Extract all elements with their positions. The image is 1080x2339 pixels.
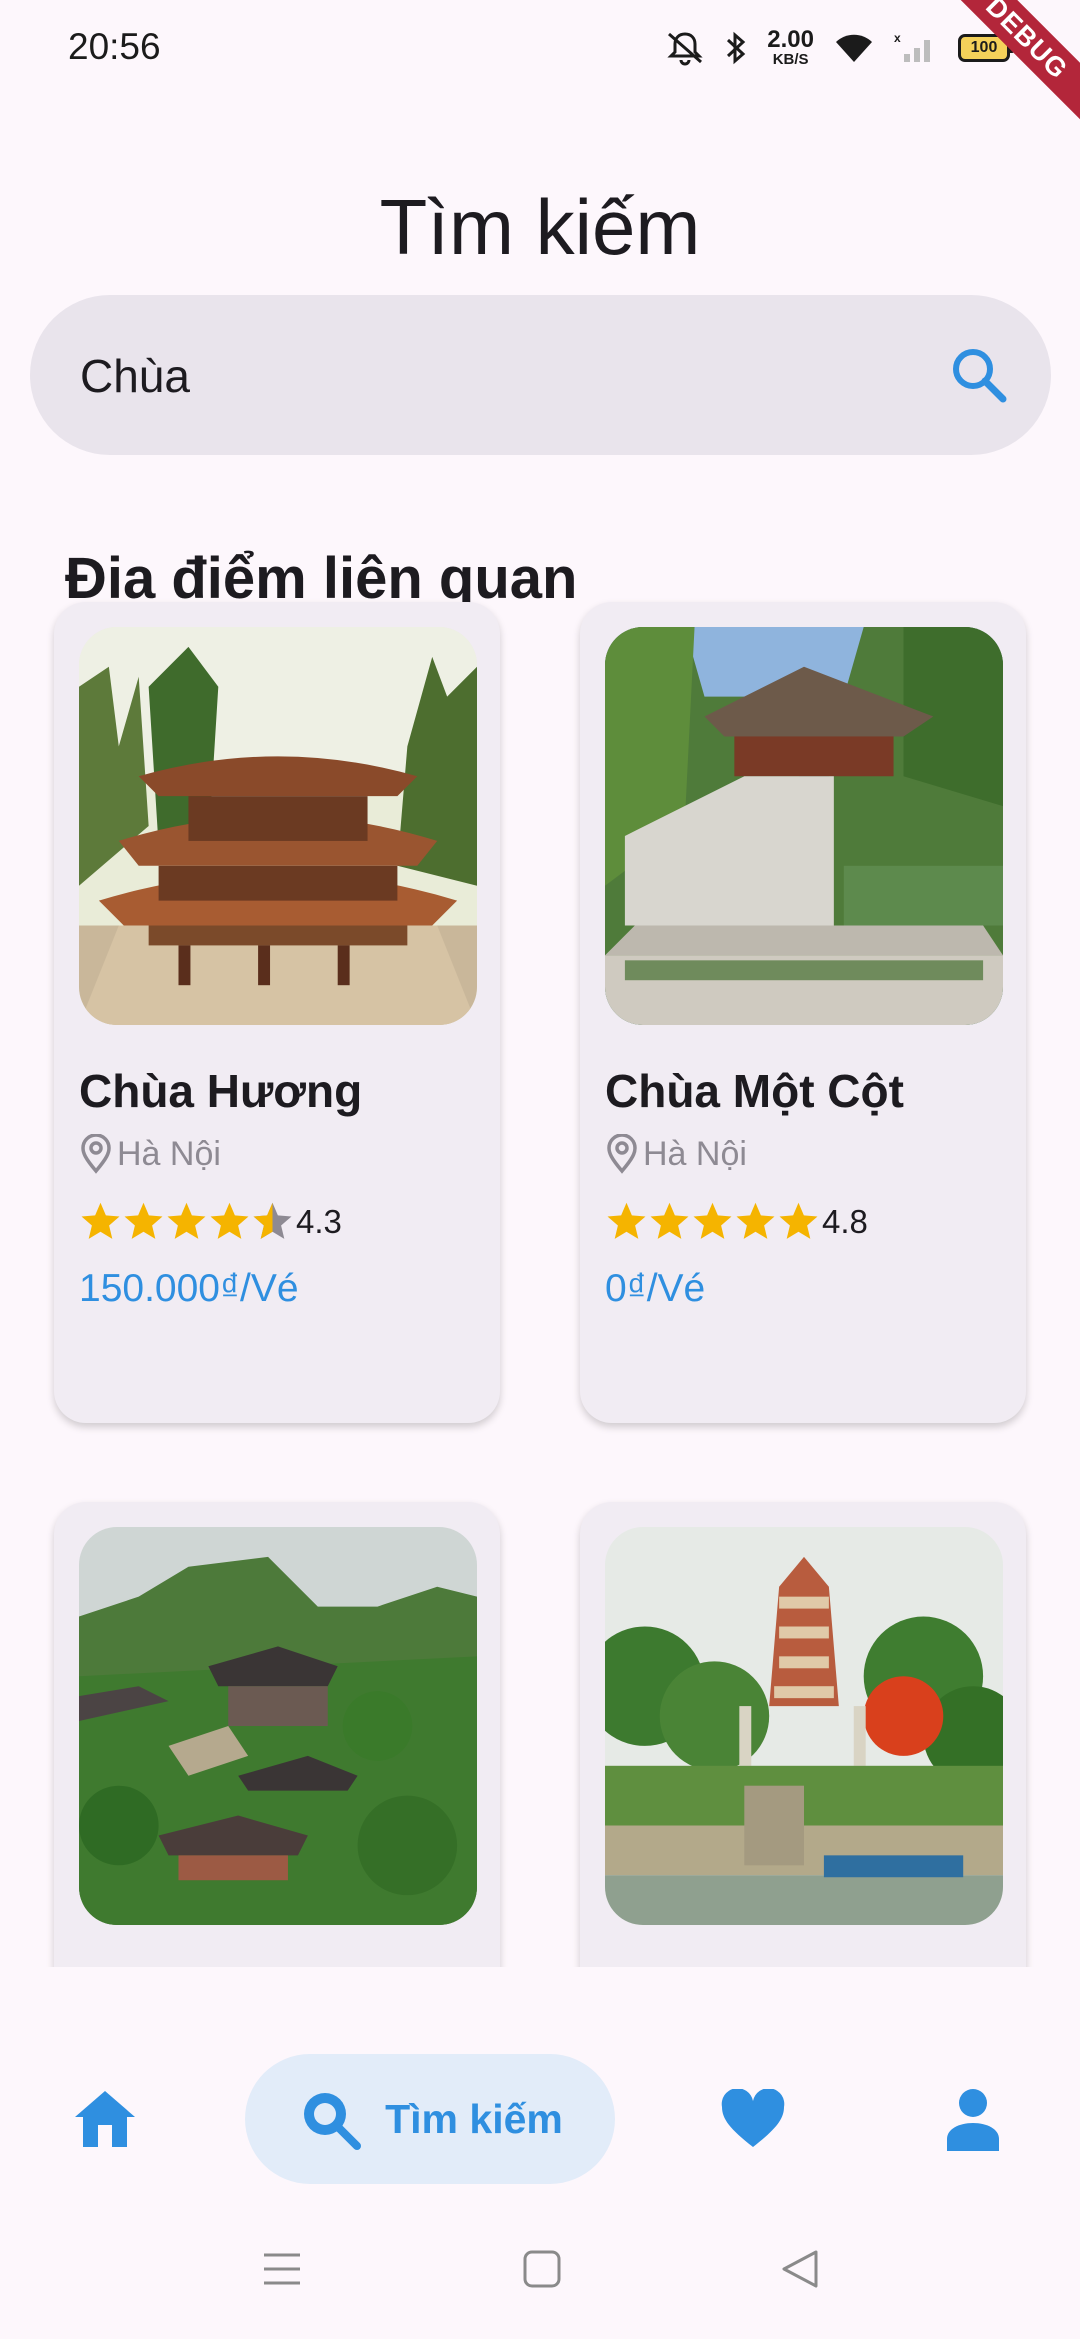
place-card[interactable] xyxy=(54,1502,500,1967)
status-icons: 2.00 KB/S x 100 xyxy=(665,26,1014,68)
mountain-temple-photo xyxy=(79,1527,477,1925)
nav-home[interactable] xyxy=(55,2054,155,2184)
search-icon xyxy=(304,2093,362,2150)
place-location-text: Hà Nội xyxy=(643,1134,747,1173)
place-name: Chùa Hương xyxy=(79,1065,363,1117)
bluetooth-icon xyxy=(727,31,746,64)
wifi-icon xyxy=(836,34,872,62)
nav-favorites[interactable] xyxy=(703,2054,803,2184)
place-price: 0₫/Vé xyxy=(605,1267,706,1310)
person-icon xyxy=(947,2089,999,2151)
star-rating xyxy=(79,1200,294,1243)
star-icon xyxy=(693,1202,732,1239)
status-time: 20:56 xyxy=(68,26,161,67)
system-navigation xyxy=(0,2207,1080,2339)
place-card[interactable] xyxy=(580,1502,1026,1967)
rating-value: 4.3 xyxy=(296,1202,342,1240)
star-rating xyxy=(605,1200,820,1243)
nav-search-label: Tìm kiếm xyxy=(385,2095,563,2142)
nav-search[interactable]: Tìm kiếm xyxy=(245,2054,615,2184)
status-bar: 20:56 2.00 KB/S x 100 DEBUG xyxy=(0,0,1080,134)
star-icon xyxy=(736,1202,775,1239)
cellular-icon: x xyxy=(894,32,930,62)
place-name: Chùa Một Cột xyxy=(605,1065,904,1117)
home-button-icon[interactable] xyxy=(522,2249,562,2289)
place-location: Hà Nội xyxy=(79,1134,221,1174)
search-icon[interactable] xyxy=(947,343,1011,407)
pagoda-photo xyxy=(79,627,477,1025)
mute-icon xyxy=(667,31,703,65)
location-pin-icon xyxy=(81,1134,111,1174)
page-title: Tìm kiếm xyxy=(379,183,701,272)
app-screen: 20:56 2.00 KB/S x 100 DEBUG Tìm kiếm Địa… xyxy=(0,0,1080,2339)
rating: 4.8 xyxy=(605,1200,868,1243)
star-icon xyxy=(607,1202,646,1239)
place-card[interactable]: Chùa Hương Hà Nội 4.3 150.000₫/Vé xyxy=(54,602,500,1423)
star-icon xyxy=(779,1202,818,1239)
results-grid: Chùa Hương Hà Nội 4.3 150.000₫/Vé Chùa M… xyxy=(0,595,1080,1967)
home-icon xyxy=(75,2091,135,2147)
one-pillar-pagoda-photo xyxy=(605,627,1003,1025)
svg-text:x: x xyxy=(894,32,901,45)
back-icon[interactable] xyxy=(780,2249,820,2289)
star-icon xyxy=(81,1202,120,1239)
heart-icon xyxy=(721,2089,785,2147)
network-speed: 2.00 KB/S xyxy=(767,26,814,68)
nav-profile[interactable] xyxy=(923,2054,1023,2184)
search-input[interactable] xyxy=(78,335,882,417)
place-location-text: Hà Nội xyxy=(117,1134,221,1173)
star-icon xyxy=(124,1202,163,1239)
tower-pagoda-photo xyxy=(605,1527,1003,1925)
place-location: Hà Nội xyxy=(605,1134,747,1174)
star-icon xyxy=(167,1202,206,1239)
place-card[interactable]: Chùa Một Cột Hà Nội 4.8 0₫/Vé xyxy=(580,602,1026,1423)
bottom-navigation: Tìm kiếm xyxy=(0,1967,1080,2207)
star-icon xyxy=(253,1202,292,1239)
star-icon xyxy=(210,1202,249,1239)
rating: 4.3 xyxy=(79,1200,342,1243)
location-pin-icon xyxy=(607,1134,637,1174)
star-icon xyxy=(650,1202,689,1239)
search-bar xyxy=(30,295,1051,455)
menu-icon[interactable] xyxy=(262,2249,302,2289)
rating-value: 4.8 xyxy=(822,1202,868,1240)
place-price: 150.000₫/Vé xyxy=(79,1267,299,1310)
